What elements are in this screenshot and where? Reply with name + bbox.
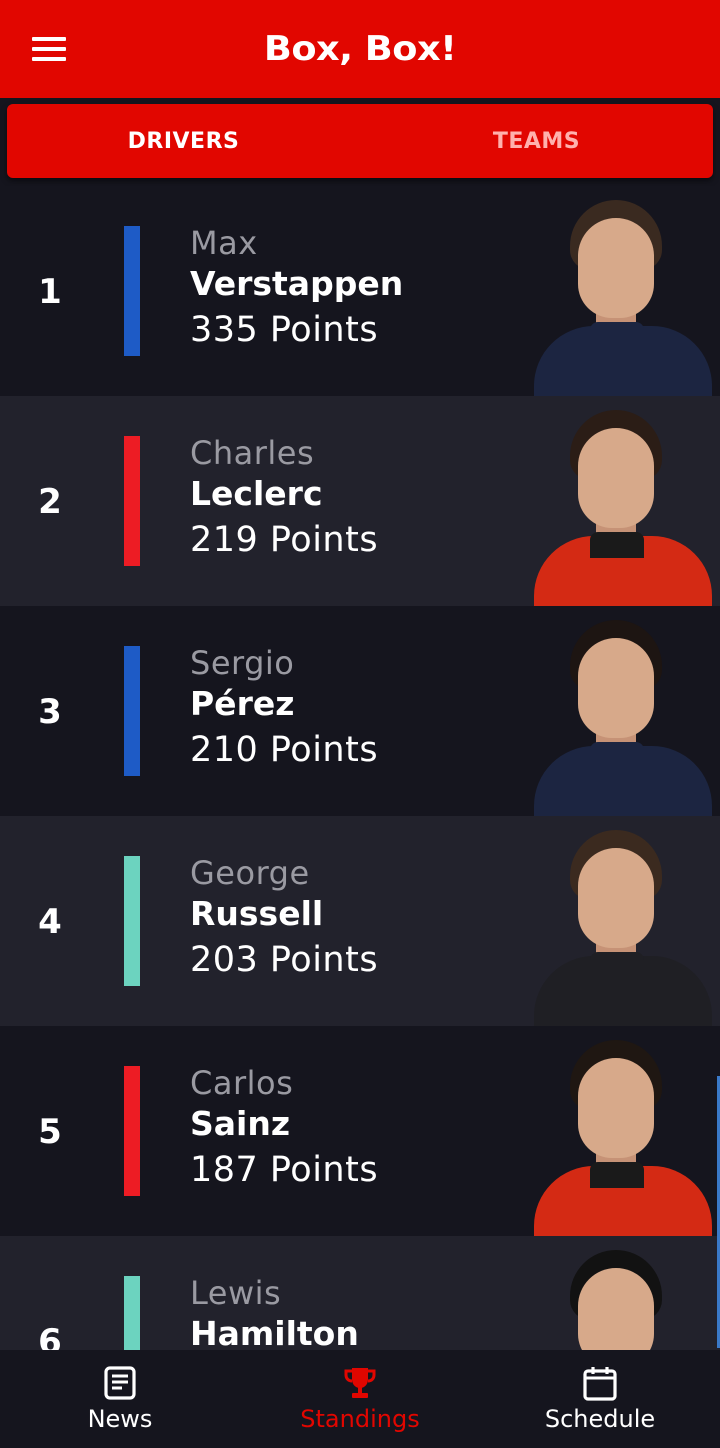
app-bar: Box, Box! xyxy=(0,0,720,98)
driver-portrait xyxy=(534,1036,712,1236)
driver-row[interactable]: 6 Lewis Hamilton xyxy=(0,1236,720,1350)
calendar-icon xyxy=(583,1367,617,1401)
nav-schedule-label: Schedule xyxy=(544,1405,656,1433)
driver-last-name: Russell xyxy=(190,894,324,933)
driver-position: 4 xyxy=(38,902,62,942)
driver-row[interactable]: 4 George Russell 203 Points xyxy=(0,816,720,1026)
tab-drivers[interactable]: DRIVERS xyxy=(7,104,360,178)
trophy-icon xyxy=(344,1368,376,1398)
app-title: Box, Box! xyxy=(263,29,457,69)
driver-row[interactable]: 2 Charles Leclerc 219 Points xyxy=(0,396,720,606)
driver-last-name: Verstappen xyxy=(190,264,404,303)
driver-portrait xyxy=(534,616,712,816)
driver-row[interactable]: 5 Carlos Sainz 187 Points xyxy=(0,1026,720,1236)
driver-first-name: Max xyxy=(190,224,258,262)
news-icon xyxy=(104,1366,136,1400)
menu-icon[interactable] xyxy=(32,37,66,61)
standings-tabs: DRIVERS TEAMS xyxy=(7,104,713,178)
driver-position: 2 xyxy=(38,482,62,522)
driver-first-name: Lewis xyxy=(190,1274,282,1312)
driver-points: 219 Points xyxy=(190,520,379,560)
team-color-bar xyxy=(124,856,140,986)
team-color-bar xyxy=(124,226,140,356)
driver-points: 210 Points xyxy=(190,730,379,770)
nav-standings-label: Standings xyxy=(300,1405,420,1433)
nav-news[interactable]: News xyxy=(0,1350,240,1448)
tab-teams[interactable]: TEAMS xyxy=(360,104,713,178)
driver-points: 203 Points xyxy=(190,940,379,980)
team-color-bar xyxy=(124,1066,140,1196)
bottom-navigation: News Standings Schedule xyxy=(0,1350,720,1448)
driver-last-name: Sainz xyxy=(190,1104,291,1143)
driver-last-name: Leclerc xyxy=(190,474,323,513)
team-color-bar xyxy=(124,646,140,776)
driver-row[interactable]: 3 Sergio Pérez 210 Points xyxy=(0,606,720,816)
team-color-bar xyxy=(124,1276,140,1350)
driver-position: 1 xyxy=(38,272,62,312)
nav-standings[interactable]: Standings xyxy=(240,1350,480,1448)
team-color-bar xyxy=(124,436,140,566)
driver-portrait xyxy=(534,196,712,396)
driver-portrait xyxy=(534,1246,712,1350)
driver-first-name: Carlos xyxy=(190,1064,294,1102)
driver-first-name: Sergio xyxy=(190,644,295,682)
driver-row[interactable]: 1 Max Verstappen 335 Points xyxy=(0,186,720,396)
nav-schedule[interactable]: Schedule xyxy=(480,1350,720,1448)
driver-first-name: Charles xyxy=(190,434,315,472)
driver-position: 5 xyxy=(38,1112,62,1152)
nav-news-label: News xyxy=(87,1405,153,1433)
driver-points: 335 Points xyxy=(190,310,379,350)
driver-points: 187 Points xyxy=(190,1150,379,1190)
driver-position: 3 xyxy=(38,692,62,732)
driver-portrait xyxy=(534,826,712,1026)
driver-last-name: Hamilton xyxy=(190,1314,359,1350)
driver-position: 6 xyxy=(38,1322,62,1350)
driver-first-name: George xyxy=(190,854,310,892)
driver-standings-list[interactable]: 1 Max Verstappen 335 Points 2 Charles Leclerc 2… xyxy=(0,186,720,1350)
driver-portrait xyxy=(534,406,712,606)
driver-last-name: Pérez xyxy=(190,684,295,723)
